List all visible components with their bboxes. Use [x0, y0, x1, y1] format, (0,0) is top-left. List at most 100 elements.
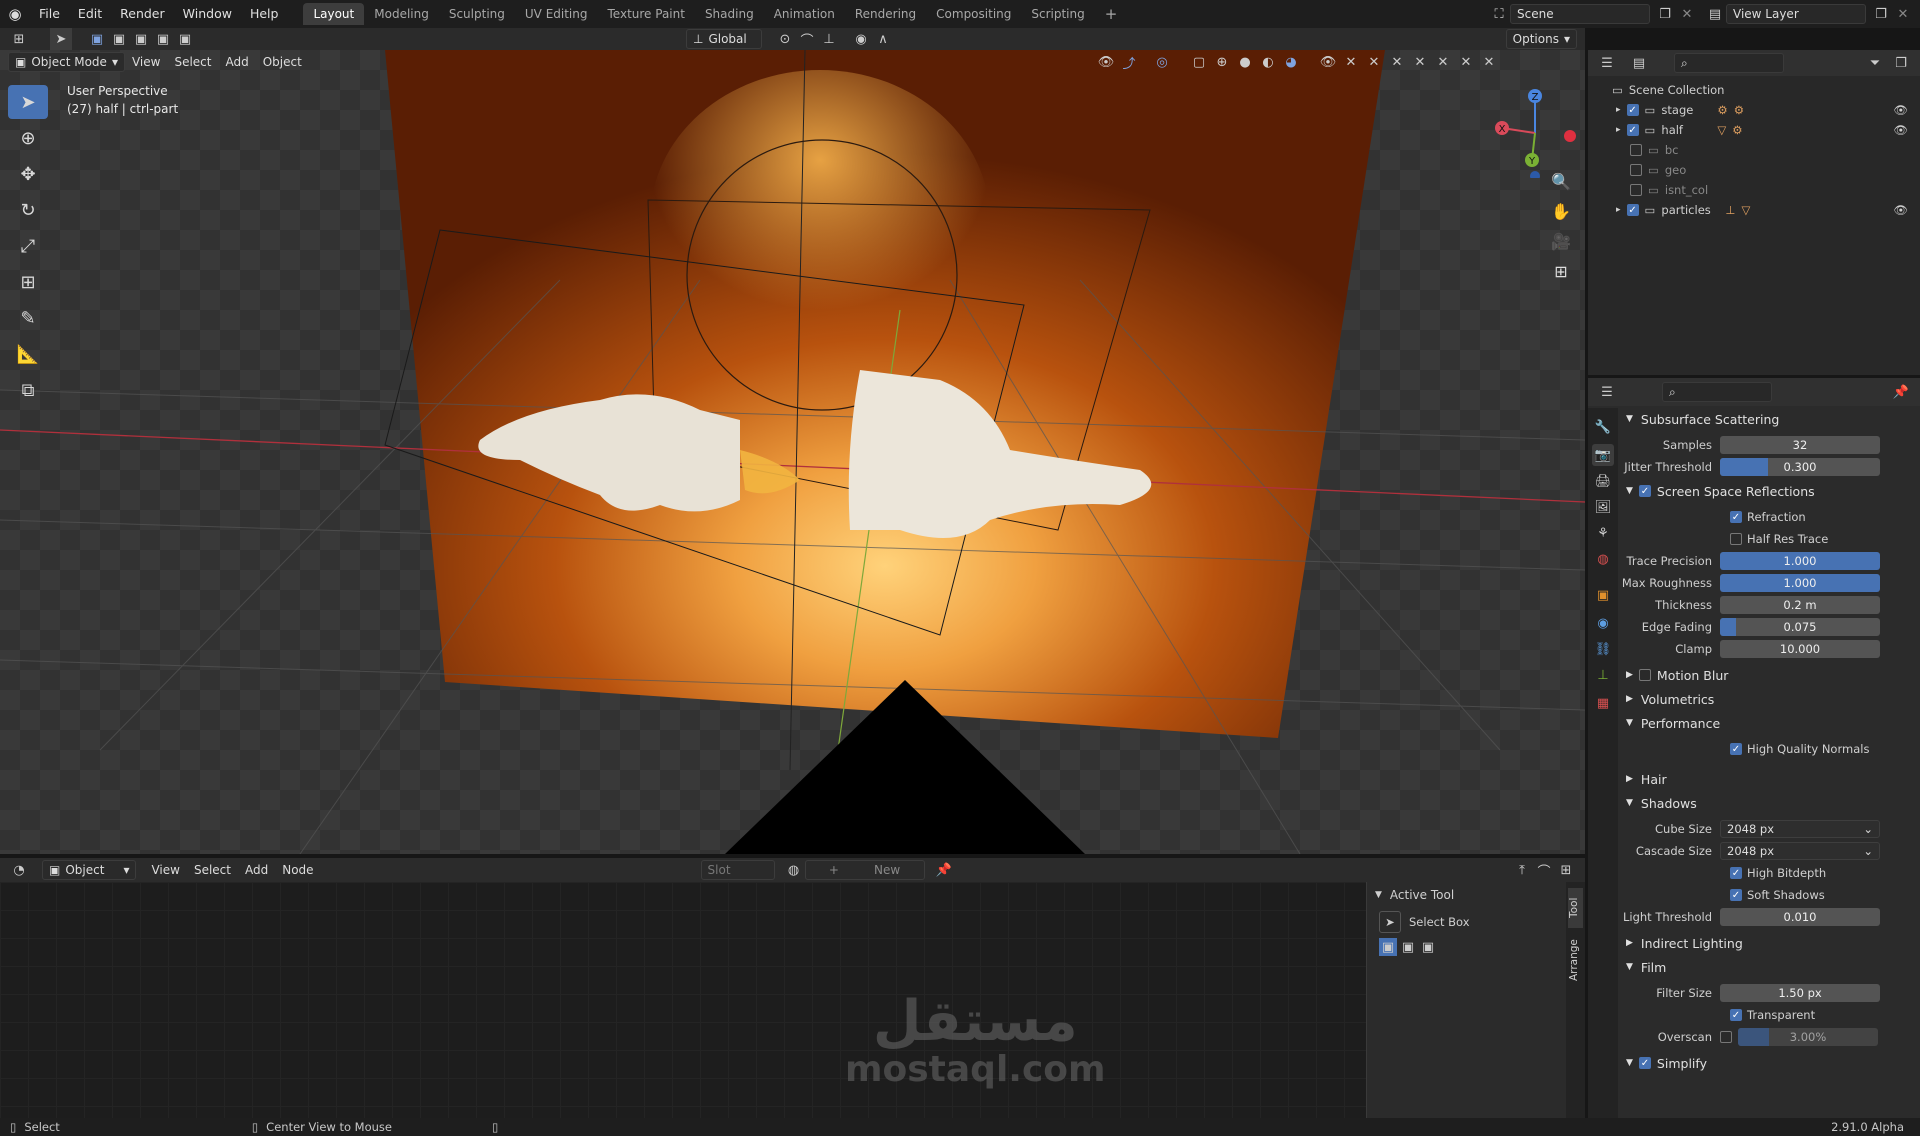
high-bitdepth-checkbox[interactable]: ✓ High Bitdepth	[1730, 866, 1826, 880]
view-layer-icon[interactable]: ▤	[1704, 3, 1726, 25]
edge-fading-slider[interactable]: 0.075	[1720, 618, 1880, 636]
tab-arrange[interactable]: Arrange	[1568, 934, 1583, 986]
blender-logo-icon[interactable]: ◉	[0, 3, 30, 25]
tab-compositing[interactable]: Compositing	[926, 3, 1021, 25]
pivot-point-icon[interactable]: ⊙	[774, 28, 796, 50]
outliner-item-particles[interactable]: ▸ ✓ ▭ particles ⊥ ▽ 👁	[1588, 200, 1920, 220]
output-tab-icon[interactable]: 🖨	[1592, 470, 1614, 492]
move-tool-icon[interactable]: ✥	[8, 157, 48, 191]
refraction-checkbox[interactable]: ✓ Refraction	[1730, 510, 1806, 524]
snap-node-icon[interactable]: ⌒	[1533, 859, 1555, 881]
section-shadows[interactable]: ▼ Shadows	[1618, 792, 1920, 814]
expand-arrow-icon[interactable]: ▸	[1616, 125, 1621, 135]
section-simplify[interactable]: ▼ ✓ Simplify	[1618, 1052, 1920, 1074]
overscan-slider[interactable]: 3.00%	[1738, 1028, 1878, 1046]
outliner-item-half[interactable]: ▸ ✓ ▭ half ▽ ⚙ 👁	[1588, 120, 1920, 140]
scale-tool-icon[interactable]: ⤢	[8, 229, 48, 263]
overscan-checkbox[interactable]	[1720, 1031, 1732, 1043]
slot-dropdown[interactable]: Slot	[700, 860, 775, 880]
filter-size-field[interactable]: 1.50 px	[1720, 984, 1880, 1002]
expand-arrow-icon[interactable]: ▸	[1616, 105, 1621, 115]
particles-checkbox[interactable]: ✓	[1626, 204, 1639, 216]
pin-icon[interactable]: 📌	[1890, 381, 1912, 403]
soft-shadows-checkbox[interactable]: ✓ Soft Shadows	[1730, 888, 1825, 902]
node-menu-view[interactable]: View	[144, 863, 186, 877]
select-box-tool-icon[interactable]: ➤	[8, 85, 48, 119]
half-checkbox[interactable]: ✓	[1626, 124, 1639, 136]
mode-subtract-icon[interactable]: ▣	[1419, 938, 1437, 956]
cascade-size-dropdown[interactable]: 2048 px ⌄	[1720, 842, 1880, 860]
ortho-grid-icon[interactable]: ⊞	[1548, 258, 1574, 284]
half-res-checkbox[interactable]: Half Res Trace	[1730, 532, 1828, 546]
menu-help[interactable]: Help	[241, 0, 288, 28]
mode-extend-icon[interactable]: ▣	[1399, 938, 1417, 956]
eye-icon[interactable]: 👁	[1893, 123, 1908, 137]
visibility-icon[interactable]: 👁	[1095, 51, 1117, 73]
section-subsurface-scattering[interactable]: ▼ Subsurface Scattering	[1618, 408, 1920, 430]
new-view-layer-icon[interactable]: ❐	[1870, 3, 1892, 25]
viewport-menu-view[interactable]: View	[125, 55, 167, 69]
geo-checkbox[interactable]	[1630, 164, 1642, 176]
pan-hand-icon[interactable]: ✋	[1548, 198, 1574, 224]
ssr-checkbox[interactable]: ✓	[1638, 485, 1651, 497]
tab-shading[interactable]: Shading	[695, 3, 764, 25]
stage-checkbox[interactable]: ✓	[1626, 104, 1639, 116]
tab-uv-editing[interactable]: UV Editing	[515, 3, 598, 25]
menu-edit[interactable]: Edit	[69, 0, 111, 28]
delete-view-layer-icon[interactable]: ✕	[1892, 3, 1914, 25]
zoom-icon[interactable]: 🔍	[1548, 168, 1574, 194]
parent-node-icon[interactable]: ⤒	[1511, 859, 1533, 881]
new-collection-icon[interactable]: ❐	[1890, 52, 1912, 74]
thickness-field[interactable]: 0.2 m	[1720, 596, 1880, 614]
rotate-tool-icon[interactable]: ↻	[8, 193, 48, 227]
navigation-gizmo[interactable]: Z X Y	[1490, 88, 1580, 178]
shading-rendered-icon[interactable]: ◕	[1280, 51, 1302, 73]
node-editor-type-icon[interactable]: ◔	[8, 859, 30, 881]
expand-arrow-icon[interactable]: ▸	[1616, 205, 1621, 215]
tool-tab-icon[interactable]: 🔧	[1592, 416, 1614, 438]
select-mode-intersect-icon[interactable]: ▣	[174, 28, 196, 50]
restrict-select-icon[interactable]: ✕	[1340, 51, 1362, 73]
data-tab-icon[interactable]: ⊥	[1592, 664, 1614, 686]
delete-scene-icon[interactable]: ✕	[1676, 3, 1698, 25]
clamp-field[interactable]: 10.000	[1720, 640, 1880, 658]
light-threshold-field[interactable]: 0.010	[1720, 908, 1880, 926]
editor-type-icon[interactable]: ⊞	[8, 28, 30, 50]
transform-tool-icon[interactable]: ⊞	[8, 265, 48, 299]
viewport-menu-object[interactable]: Object	[256, 55, 309, 69]
properties-editor-icon[interactable]: ☰	[1596, 381, 1618, 403]
isnt-col-checkbox[interactable]	[1630, 184, 1642, 196]
scene-icon[interactable]: ⛶	[1488, 3, 1510, 25]
annotate-tool-icon[interactable]: ✎	[8, 301, 48, 335]
3d-viewport[interactable]: ▣ Object Mode ▾ View Select Add Object 👁…	[0, 50, 1585, 854]
hq-normals-checkbox[interactable]: ✓ High Quality Normals	[1730, 742, 1869, 756]
transform-orientation-dropdown[interactable]: ⊥ Global	[686, 29, 762, 49]
active-tool-header[interactable]: ▼ Active Tool	[1367, 882, 1566, 908]
restrict-extra-icon[interactable]: ✕	[1478, 51, 1500, 73]
outliner-editor-icon[interactable]: ☰	[1596, 52, 1618, 74]
xray-icon[interactable]: ▢	[1188, 51, 1210, 73]
restrict-visibility-icon[interactable]: 👁	[1317, 51, 1339, 73]
select-mode-extend-icon[interactable]: ▣	[108, 28, 130, 50]
menu-render[interactable]: Render	[111, 0, 174, 28]
select-tool-icon[interactable]: ➤	[50, 28, 72, 50]
outliner-item-isnt-col[interactable]: ▭ isnt_col	[1588, 180, 1920, 200]
section-indirect-lighting[interactable]: ▶ Indirect Lighting	[1618, 932, 1920, 954]
shader-type-dropdown[interactable]: ▣ Object ▾	[42, 860, 137, 880]
mode-dropdown[interactable]: ▣ Object Mode ▾	[8, 52, 125, 72]
tab-scripting[interactable]: Scripting	[1021, 3, 1094, 25]
outliner-item-bc[interactable]: ▭ bc	[1588, 140, 1920, 160]
world-tab-icon[interactable]: ◍	[1592, 548, 1614, 570]
section-film[interactable]: ▼ Film	[1618, 956, 1920, 978]
active-tool-row[interactable]: ➤ Select Box	[1367, 908, 1566, 936]
tab-rendering[interactable]: Rendering	[845, 3, 926, 25]
display-mode-icon[interactable]: ▤	[1628, 52, 1650, 74]
tab-texture-paint[interactable]: Texture Paint	[598, 3, 695, 25]
node-menu-node[interactable]: Node	[275, 863, 320, 877]
options-dropdown[interactable]: Options ▾	[1505, 29, 1577, 49]
cube-size-dropdown[interactable]: 2048 px ⌄	[1720, 820, 1880, 838]
texture-tab-icon[interactable]: ▦	[1592, 692, 1614, 714]
outliner-search-input[interactable]: ⌕	[1674, 53, 1784, 73]
menu-file[interactable]: File	[30, 0, 69, 28]
new-material-button[interactable]: + New	[804, 860, 925, 880]
